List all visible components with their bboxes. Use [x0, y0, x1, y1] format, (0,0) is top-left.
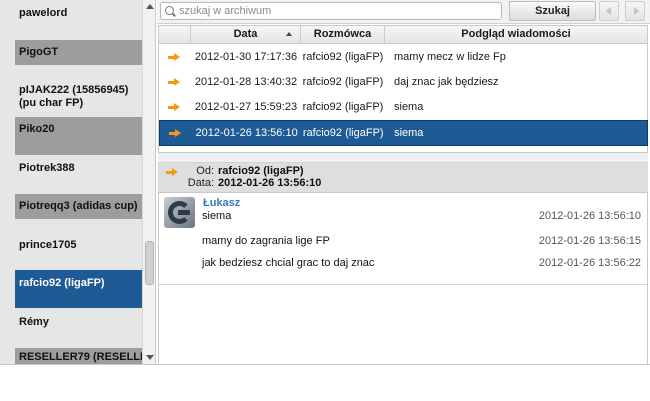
row-interlocutor: rafcio92 (ligaFP)	[302, 127, 384, 139]
row-date: 2012-01-30 17:17:36	[194, 51, 298, 63]
arrow-right-icon	[168, 103, 181, 112]
scrollbar-thumb[interactable]	[145, 241, 154, 285]
row-icon-cell	[159, 95, 191, 119]
contact-name: rafcio92 (ligaFP)	[19, 277, 105, 289]
contact-item[interactable]: Rémy	[15, 309, 142, 335]
row-preview: siema	[394, 101, 424, 113]
message-text: siema	[202, 210, 232, 222]
column-header-date[interactable]: Data	[191, 26, 301, 43]
contact-name: PigoGT	[19, 46, 59, 58]
arrow-right-icon	[168, 53, 181, 62]
row-preview: siema	[394, 127, 424, 139]
table-row-selected[interactable]: 2012-01-26 13:56:10 rafcio92 (ligaFP) si…	[159, 120, 648, 146]
contact-item[interactable]: RESELLER79 (RESELLER79	[15, 348, 142, 364]
next-button[interactable]	[625, 1, 645, 21]
search-toolbar: Szukaj	[157, 0, 650, 24]
search-input[interactable]	[160, 2, 502, 20]
sort-ascending-icon	[286, 32, 292, 36]
contact-name: Rémy	[19, 315, 49, 328]
table-row[interactable]: 2012-01-28 13:40:32 rafcio92 (ligaFP) da…	[159, 70, 648, 94]
column-header-interlocutor[interactable]: Rozmówca	[301, 26, 385, 43]
date-label: Data:	[187, 177, 214, 189]
row-interlocutor: rafcio92 (ligaFP)	[302, 101, 384, 113]
table-row[interactable]: 2012-01-27 15:59:23 rafcio92 (ligaFP) si…	[159, 95, 648, 119]
scroll-down-icon[interactable]	[146, 355, 154, 360]
message-time: 2012-01-26 13:56:10	[538, 210, 641, 222]
row-icon-cell	[160, 121, 192, 145]
message-text: mamy do zagrania lige FP	[202, 235, 330, 247]
chevron-right-icon	[634, 7, 639, 15]
messages-table-header: Data Rozmówca Podgląd wiadomości	[158, 25, 648, 44]
panel-splitter[interactable]	[158, 153, 648, 163]
contact-item[interactable]: pIJAK222 (15856945) (pu char FP)	[15, 79, 142, 115]
row-icon-cell	[159, 70, 191, 94]
from-value: rafcio92 (ligaFP)	[218, 165, 304, 177]
contact-item[interactable]: Piotrek388	[15, 155, 142, 181]
contacts-panel: pawelord PigoGT pIJAK222 (15856945) (pu …	[0, 0, 156, 364]
column-header-icon[interactable]	[159, 26, 191, 43]
contact-item[interactable]: PigoGT	[15, 40, 142, 65]
contacts-scrollbar[interactable]	[142, 0, 155, 364]
message-time: 2012-01-26 13:56:22	[538, 257, 641, 269]
row-preview: mamy mecz w lidze Fp	[394, 51, 506, 63]
column-header-preview[interactable]: Podgląd wiadomości	[385, 26, 647, 43]
bottom-area	[0, 364, 650, 401]
archive-window: pawelord PigoGT pIJAK222 (15856945) (pu …	[0, 0, 650, 401]
row-interlocutor: rafcio92 (ligaFP)	[302, 76, 384, 88]
contact-item[interactable]: Piko20	[15, 117, 142, 155]
contact-name: Piotreqq3 (adidas cup)	[19, 200, 138, 212]
contact-name: Piko20	[19, 123, 55, 135]
row-icon-cell	[159, 45, 191, 69]
from-label: Od:	[196, 165, 214, 177]
message-line: jak bedziesz chcial grac to daj znac 201…	[159, 257, 647, 273]
contact-item[interactable]: Piotreqq3 (adidas cup)	[15, 194, 142, 219]
column-header-label: Data	[233, 28, 258, 40]
message-detail-header: Od: rafcio92 (ligaFP) Data: 2012-01-26 1…	[158, 163, 648, 193]
search-icon	[165, 6, 174, 15]
sender-name: Łukasz	[203, 197, 241, 209]
message-line: mamy do zagrania lige FP 2012-01-26 13:5…	[159, 235, 647, 251]
row-preview: daj znac jak będziesz	[394, 76, 499, 88]
previous-button[interactable]	[599, 1, 619, 21]
message-detail-body: Łukasz siema 2012-01-26 13:56:10 mamy do…	[158, 193, 648, 364]
contact-name: pIJAK222 (15856945) (pu char FP)	[19, 84, 129, 109]
table-row[interactable]: 2012-01-30 17:17:36 rafcio92 (ligaFP) ma…	[159, 45, 648, 69]
contact-name: RESELLER79 (RESELLER79	[19, 351, 142, 363]
contact-item[interactable]: prince1705	[15, 232, 142, 258]
message-time: 2012-01-26 13:56:15	[538, 235, 641, 247]
message-line: siema 2012-01-26 13:56:10	[159, 210, 647, 226]
contact-item-selected[interactable]: rafcio92 (ligaFP)	[15, 270, 142, 308]
divider	[159, 284, 647, 285]
contact-name: prince1705	[19, 238, 77, 251]
contact-name: pawelord	[19, 6, 68, 19]
contact-name: Piotrek388	[19, 161, 75, 174]
contact-item[interactable]: pawelord	[15, 0, 142, 26]
scroll-up-icon[interactable]	[146, 4, 154, 9]
date-value: 2012-01-26 13:56:10	[218, 177, 322, 189]
row-date: 2012-01-28 13:40:32	[194, 76, 298, 88]
search-button[interactable]: Szukaj	[509, 1, 596, 21]
arrow-right-icon	[168, 78, 181, 87]
arrow-right-icon	[169, 129, 182, 138]
row-date: 2012-01-26 13:56:10	[195, 127, 298, 139]
row-interlocutor: rafcio92 (ligaFP)	[302, 51, 384, 63]
message-text: jak bedziesz chcial grac to daj znac	[202, 257, 375, 269]
chevron-left-icon	[606, 7, 611, 15]
row-date: 2012-01-27 15:59:23	[194, 101, 298, 113]
